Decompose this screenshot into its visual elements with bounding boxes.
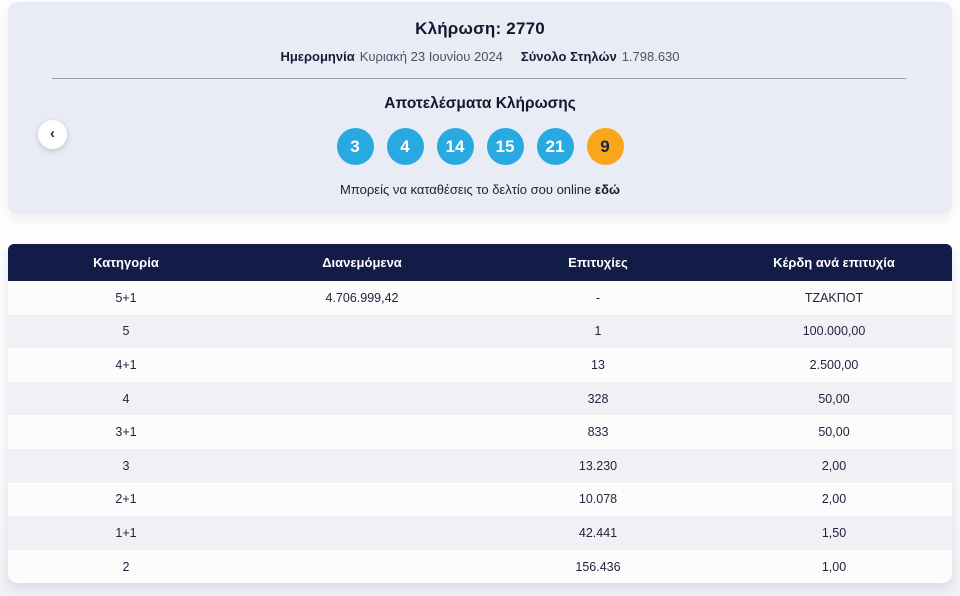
table-cell: 3 xyxy=(122,458,130,473)
table-cell: 2,00 xyxy=(821,458,847,473)
table-cell: 833 xyxy=(587,425,609,440)
online-submit-link[interactable]: εδώ xyxy=(595,182,620,197)
winning-number-ball: 3 xyxy=(336,128,374,165)
table-row: 4+1 13 2.500,00 xyxy=(8,348,952,382)
lottery-results-page: Κλήρωση: 2770 Ημερομηνία Κυριακή 23 Ιουνί… xyxy=(0,0,960,596)
table-cell: 2 xyxy=(122,559,130,574)
table-cell: ΤΖΑΚΠΟΤ xyxy=(804,290,864,305)
table-cell: 1,50 xyxy=(821,525,847,540)
column-header: Επιτυχίες xyxy=(568,255,628,270)
table-row: 3+1 833 50,00 xyxy=(8,415,952,449)
table-cell: 13 xyxy=(591,357,605,372)
prize-table-header: Κατηγορία Διανεμόμενα Επιτυχίες Κέρδη ανά ε… xyxy=(8,244,952,281)
total-columns-label: Σύνολο Στηλών xyxy=(520,49,617,64)
winning-number-ball: 14 xyxy=(436,128,474,165)
draw-meta-row: Ημερομηνία Κυριακή 23 Ιουνίου 2024 Σύνολο … xyxy=(8,49,952,64)
table-cell: 2,00 xyxy=(821,492,847,507)
table-cell: 4.706.999,42 xyxy=(325,290,399,305)
table-row: 5+1 4.706.999,42 - ΤΖΑΚΠΟΤ xyxy=(8,281,952,315)
table-row: 3 13.230 2,00 xyxy=(8,448,952,483)
table-cell: 5+1 xyxy=(115,290,137,305)
table-cell: 4+1 xyxy=(115,357,137,372)
winning-numbers-row: 3 4 14 15 21 9 xyxy=(8,128,952,165)
results-title: Αποτελέσματα Κλήρωσης xyxy=(384,95,576,112)
online-submit-caption: Μπορείς να καταθέσεις το δελτίο σου onli… xyxy=(8,182,952,197)
table-row: 5 1 100.000,00 xyxy=(8,314,952,349)
chevron-left-icon: ‹ xyxy=(50,125,55,142)
table-row: 4 328 50,00 xyxy=(8,381,952,416)
table-cell: 5 xyxy=(122,324,130,339)
table-cell: - xyxy=(595,290,601,305)
winning-number-ball: 15 xyxy=(486,128,524,165)
table-cell: 42.441 xyxy=(578,525,618,540)
draw-title: Κλήρωση: 2770 xyxy=(415,19,545,38)
prize-table: Κατηγορία Διανεμόμενα Επιτυχίες Κέρδη ανά ε… xyxy=(8,244,952,584)
total-columns-value: 1.798.630 xyxy=(621,49,680,64)
table-row: 1+1 42.441 1,50 xyxy=(8,516,952,550)
column-header: Κέρδη ανά επιτυχία xyxy=(773,255,895,270)
table-cell: 100.000,00 xyxy=(802,324,866,339)
table-cell: 1 xyxy=(594,324,602,339)
table-cell: 50,00 xyxy=(818,425,850,440)
divider-line xyxy=(52,78,906,79)
table-cell: 156.436 xyxy=(575,559,621,574)
table-row: 2 156.436 1,00 xyxy=(8,549,952,584)
table-cell: 328 xyxy=(587,391,609,406)
winning-number-ball: 21 xyxy=(536,128,574,165)
column-header: Κατηγορία xyxy=(93,255,159,270)
column-header: Διανεμόμενα xyxy=(322,255,402,270)
prize-table-body: 5+1 4.706.999,42 - ΤΖΑΚΠΟΤ 5 1 100.000,00 4+1 13… xyxy=(8,281,952,584)
table-cell: 13.230 xyxy=(578,458,618,473)
draw-summary-panel: Κλήρωση: 2770 Ημερομηνία Κυριακή 23 Ιουνί… xyxy=(8,2,952,214)
table-cell: 2+1 xyxy=(115,492,137,507)
previous-draw-button[interactable]: ‹ xyxy=(38,120,67,149)
table-cell: 10.078 xyxy=(578,492,618,507)
table-cell: 50,00 xyxy=(818,391,850,406)
table-cell: 3+1 xyxy=(115,425,137,440)
table-cell: 2.500,00 xyxy=(809,357,859,372)
table-row: 2+1 10.078 2,00 xyxy=(8,482,952,517)
table-cell: 4 xyxy=(122,391,130,406)
table-cell: 1,00 xyxy=(821,559,847,574)
caption-text: Μπορείς να καταθέσεις το δελτίο σου onli… xyxy=(340,182,592,197)
date-label: Ημερομηνία xyxy=(280,49,355,64)
date-value: Κυριακή 23 Ιουνίου 2024 xyxy=(359,49,503,64)
winning-number-ball: 4 xyxy=(386,128,424,165)
bonus-number-ball: 9 xyxy=(586,128,624,165)
table-cell: 1+1 xyxy=(115,525,137,540)
